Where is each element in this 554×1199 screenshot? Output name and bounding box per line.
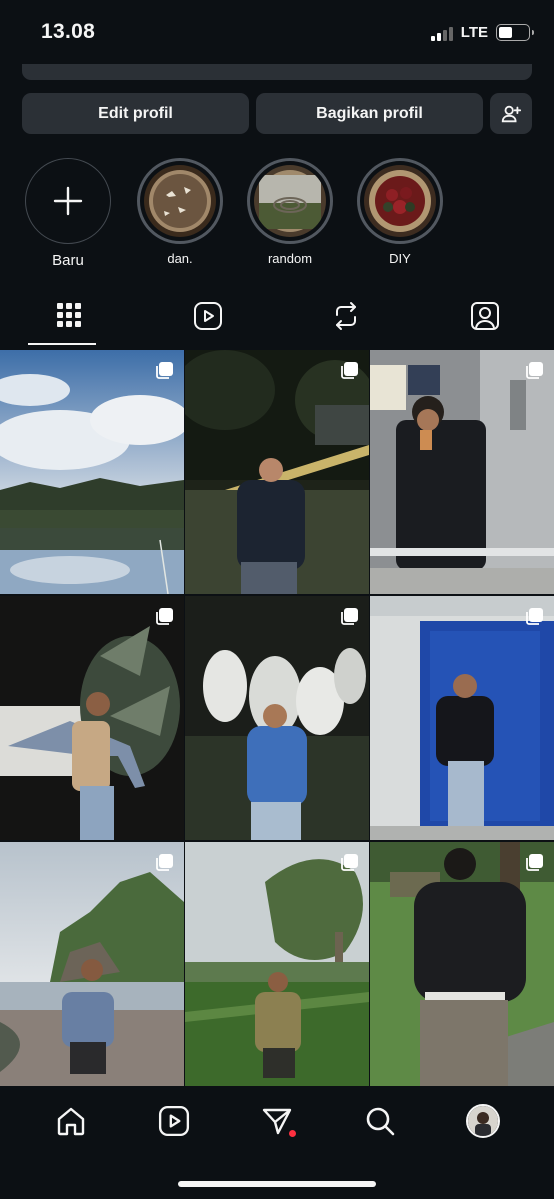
nav-profile[interactable]	[453, 1096, 513, 1146]
home-icon	[58, 1107, 85, 1136]
grid-icon	[57, 303, 82, 327]
battery-icon	[496, 24, 534, 41]
highlight-label: random	[267, 251, 313, 266]
profile-avatar	[465, 1104, 500, 1138]
share-profile-button[interactable]: Bagikan profil	[256, 93, 483, 134]
nav-messages[interactable]	[247, 1096, 307, 1146]
highlight-label: Baru	[52, 252, 84, 269]
highlight-new[interactable]: Baru	[24, 158, 112, 269]
tab-reels[interactable]	[139, 295, 278, 349]
multiple-posts-icon	[341, 854, 358, 871]
highlight-cover-image	[144, 165, 216, 237]
highlight-cover-image	[364, 165, 436, 237]
profile-tabs	[0, 295, 554, 349]
posts-grid	[0, 350, 554, 1086]
add-person-button[interactable]	[490, 93, 532, 134]
post-thumbnail[interactable]	[0, 596, 184, 840]
multiple-posts-icon	[526, 608, 543, 625]
edit-profile-button[interactable]: Edit profil	[22, 93, 249, 134]
multiple-posts-icon	[341, 608, 358, 625]
tab-posts-grid[interactable]	[0, 295, 139, 349]
notification-dot	[288, 1130, 296, 1137]
nav-search[interactable]	[350, 1096, 410, 1146]
post-thumbnail[interactable]	[0, 350, 184, 594]
home-indicator	[178, 1181, 376, 1187]
highlight-diy[interactable]: DIY	[354, 158, 446, 269]
nav-home[interactable]	[41, 1096, 101, 1146]
story-highlights: Baru dan. random DIY	[24, 158, 464, 269]
reposts-icon	[336, 302, 357, 330]
post-thumbnail[interactable]	[185, 596, 369, 840]
status-time: 13.08	[41, 20, 96, 43]
multiple-posts-icon	[156, 608, 173, 625]
add-person-icon	[501, 105, 522, 122]
search-icon	[366, 1107, 395, 1136]
profile-bio-bar	[22, 64, 532, 80]
post-thumbnail[interactable]	[185, 350, 369, 594]
new-highlight-ring	[25, 158, 111, 244]
highlight-random[interactable]: random	[244, 158, 336, 269]
network-type: LTE	[460, 24, 488, 41]
multiple-posts-icon	[156, 362, 173, 379]
tagged-icon	[470, 302, 499, 330]
multiple-posts-icon	[156, 854, 173, 871]
multiple-posts-icon	[526, 854, 543, 871]
reels-icon	[193, 302, 222, 330]
plus-icon	[53, 186, 83, 216]
highlight-label: DIY	[389, 251, 411, 266]
reels-icon	[159, 1105, 190, 1137]
highlight-cover-image	[254, 165, 326, 237]
tab-tagged[interactable]	[416, 295, 554, 349]
highlight-label: dan.	[167, 251, 193, 266]
post-thumbnail[interactable]	[0, 842, 184, 1086]
tab-reposts[interactable]	[277, 295, 416, 349]
post-thumbnail[interactable]	[370, 350, 554, 594]
highlight-dan[interactable]: dan.	[134, 158, 226, 269]
nav-reels[interactable]	[144, 1096, 204, 1146]
post-thumbnail[interactable]	[370, 596, 554, 840]
profile-actions: Edit profil Bagikan profil	[22, 93, 532, 134]
multiple-posts-icon	[526, 362, 543, 379]
signal-icon	[430, 25, 453, 41]
status-bar: 13.08 LTE	[0, 0, 554, 64]
status-indicators: LTE	[430, 24, 534, 41]
post-thumbnail[interactable]	[185, 842, 369, 1086]
post-thumbnail[interactable]	[370, 842, 554, 1086]
multiple-posts-icon	[341, 362, 358, 379]
